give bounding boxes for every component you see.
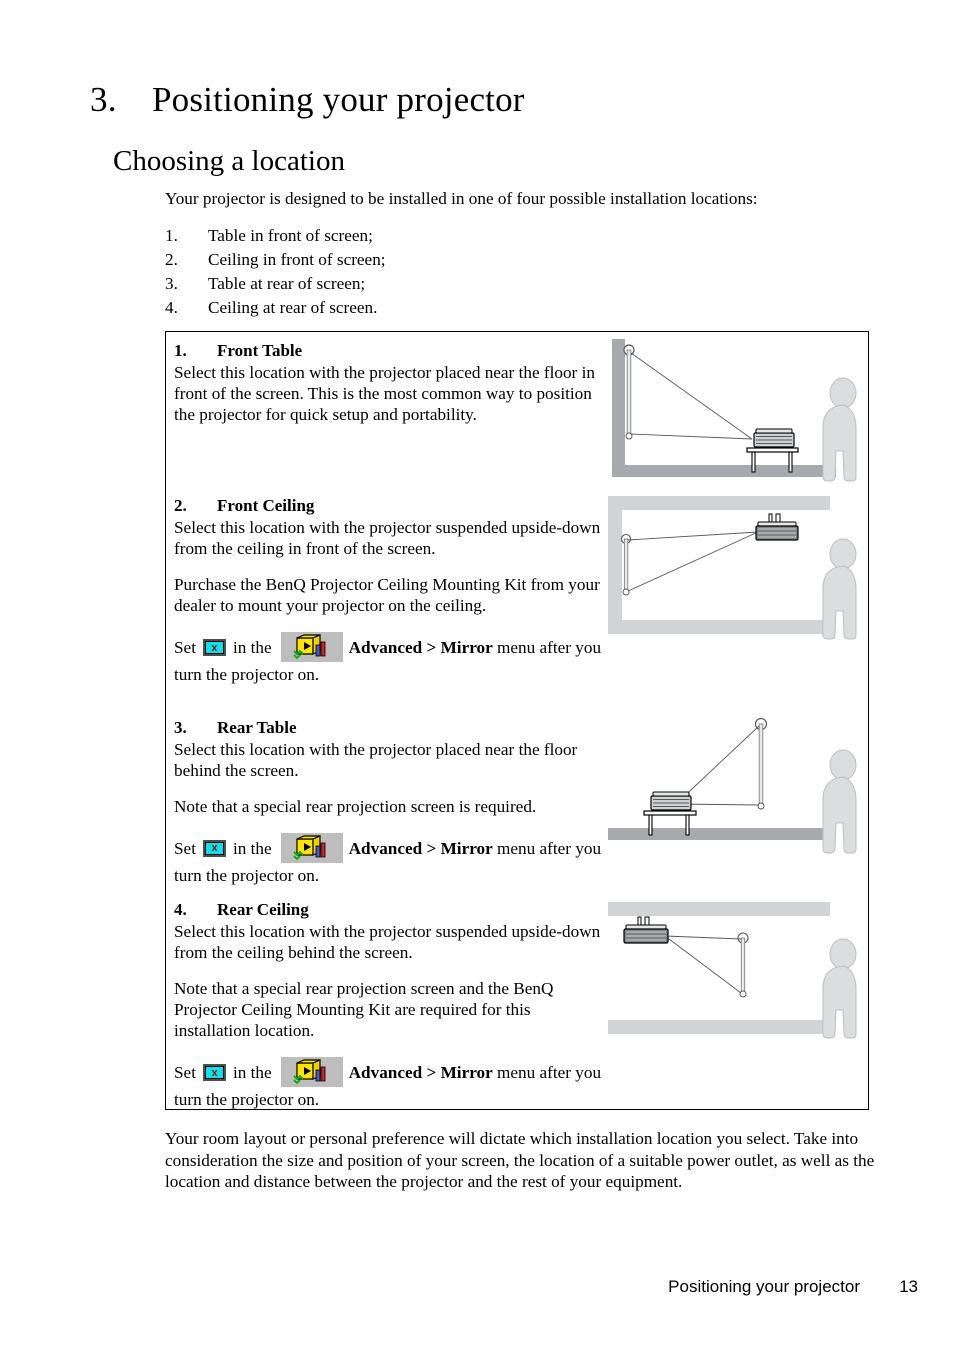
- chapter-heading: 3. Positioning your projector: [90, 78, 525, 122]
- menu-path-advanced: Advanced: [348, 638, 423, 657]
- entry-paragraph: Select this location with the projector …: [174, 922, 601, 962]
- set-prefix: Set: [174, 1063, 196, 1082]
- entry-paragraph: Select this location with the projector …: [174, 363, 595, 424]
- entry-front-table: 1. Front Table Select this location with …: [174, 340, 604, 425]
- menu-path-separator: >: [426, 839, 437, 858]
- advanced-menu-icon: [280, 632, 343, 662]
- menu-path-mirror: Mirror: [440, 1063, 493, 1082]
- mirror-mode-icon-front-ceiling: x: [202, 639, 226, 656]
- entry-rear-ceiling: 4. Rear Ceiling Select this location with…: [174, 899, 604, 1113]
- document-page: 3. Positioning your projector Choosing a …: [0, 0, 954, 1352]
- entry-title-label: Rear Table: [217, 718, 297, 737]
- entry-number: 1.: [174, 341, 187, 360]
- list-item-label: Ceiling at rear of screen.: [208, 298, 378, 317]
- section-heading: Choosing a location: [113, 145, 345, 177]
- list-item-number: 4.: [165, 298, 178, 317]
- list-item: 1. Table in front of screen;: [165, 224, 665, 248]
- entry-number: 3.: [174, 718, 187, 737]
- entry-title: 2. Front Ceiling: [174, 495, 604, 516]
- menu-path-mirror: Mirror: [440, 638, 493, 657]
- list-item-number: 3.: [165, 274, 178, 293]
- list-item-label: Table at rear of screen;: [208, 274, 366, 293]
- set-middle: in the: [232, 638, 272, 657]
- set-instruction-line: Set x in the Advanced > Mirror menu after y…: [174, 1057, 604, 1113]
- advanced-menu-icon: [280, 833, 343, 863]
- menu-suffix: menu after: [497, 839, 572, 858]
- list-item-label: Table in front of screen;: [208, 226, 373, 245]
- entry-paragraph: Select this location with the projector …: [174, 518, 601, 558]
- entry-title-label: Front Table: [217, 341, 303, 360]
- mirror-mode-icon-rear-table: x: [202, 840, 226, 857]
- entry-rear-table: 3. Rear Table Select this location with t…: [174, 717, 604, 889]
- entry-number: 2.: [174, 496, 187, 515]
- mirror-mode-icon-rear-ceiling: x: [202, 1064, 226, 1081]
- rear-ceiling-diagram: [598, 894, 866, 1046]
- entry-title-label: Front Ceiling: [217, 496, 315, 515]
- front-ceiling-diagram: [606, 492, 864, 644]
- list-item: 2. Ceiling in front of screen;: [165, 248, 665, 272]
- menu-path-separator: >: [426, 1063, 437, 1082]
- entry-paragraph: Note that a special rear projection scre…: [174, 797, 537, 816]
- location-list: 1. Table in front of screen; 2. Ceiling in…: [165, 224, 665, 320]
- advanced-menu-icon: [280, 1057, 343, 1087]
- set-prefix: Set: [174, 638, 196, 657]
- entry-title: 3. Rear Table: [174, 717, 604, 738]
- entry-title-label: Rear Ceiling: [217, 900, 309, 919]
- menu-path-separator: >: [426, 638, 437, 657]
- closing-paragraph: Your room layout or personal preference …: [165, 1129, 875, 1191]
- entry-title: 4. Rear Ceiling: [174, 899, 604, 920]
- set-middle: in the: [232, 1063, 272, 1082]
- list-item-label: Ceiling in front of screen;: [208, 250, 386, 269]
- set-middle: in the: [232, 839, 272, 858]
- intro-paragraph: Your projector is designed to be install…: [165, 189, 758, 208]
- footer-title: Positioning your projector: [668, 1277, 860, 1296]
- front-table-diagram: [606, 337, 864, 482]
- entry-paragraph: Note that a special rear projection scre…: [174, 979, 554, 1040]
- list-item-number: 1.: [165, 226, 178, 245]
- menu-suffix: menu: [497, 1063, 536, 1082]
- installation-options-box: 1. Front Table Select this location with …: [165, 331, 869, 1110]
- set-instruction-line: Set x in the Advanced > Mirror menu after y…: [174, 632, 604, 688]
- chapter-title: Positioning your projector: [152, 80, 525, 119]
- entry-front-ceiling: 2. Front Ceiling Select this location wit…: [174, 495, 604, 688]
- menu-path-mirror: Mirror: [440, 839, 493, 858]
- list-item: 3. Table at rear of screen;: [165, 272, 665, 296]
- list-item-number: 2.: [165, 250, 178, 269]
- entry-title: 1. Front Table: [174, 340, 604, 361]
- list-item: 4. Ceiling at rear of screen.: [165, 296, 665, 320]
- menu-path-advanced: Advanced: [348, 1063, 423, 1082]
- footer-page-number: 13: [899, 1277, 918, 1296]
- entry-paragraph: Purchase the BenQ Projector Ceiling Moun…: [174, 575, 600, 615]
- menu-path-advanced: Advanced: [348, 839, 423, 858]
- rear-table-diagram: [606, 710, 864, 862]
- menu-suffix: menu: [497, 638, 536, 657]
- set-instruction-line: Set x in the Advanced > Mirror menu after y…: [174, 833, 606, 889]
- entry-number: 4.: [174, 900, 187, 919]
- chapter-number: 3.: [90, 80, 117, 119]
- page-footer: Positioning your projector 13: [0, 1277, 954, 1303]
- set-prefix: Set: [174, 839, 196, 858]
- entry-paragraph: Select this location with the projector …: [174, 740, 578, 780]
